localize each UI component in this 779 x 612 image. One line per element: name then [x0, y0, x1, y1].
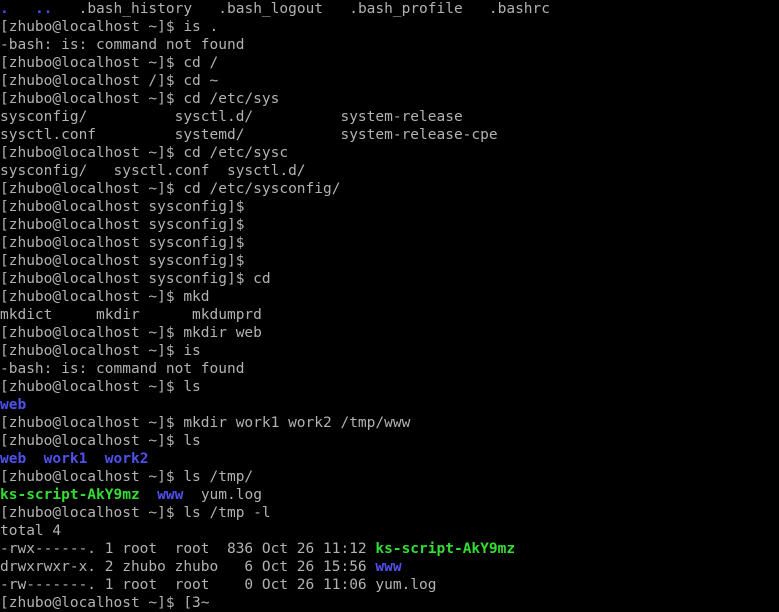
terminal-line: [zhubo@localhost ~]$ mkdir web: [0, 324, 779, 342]
terminal-text-segment: drwxrwxr-x. 2 zhubo zhubo 6 Oct 26 15:56: [0, 559, 376, 575]
terminal-text-segment: web: [0, 451, 27, 467]
terminal-text-segment: [zhubo@localhost sysconfig]$: [0, 199, 245, 215]
terminal-line: [zhubo@localhost ~]$ ls /tmp/: [0, 468, 779, 486]
terminal-line: [zhubo@localhost /]$ cd ~: [0, 72, 779, 90]
terminal-line: [zhubo@localhost ~]$ ls: [0, 378, 779, 396]
terminal-line: [zhubo@localhost ~]$ ls /tmp -l: [0, 504, 779, 522]
terminal-text-segment: yum.log: [183, 487, 262, 503]
terminal-text-segment: -rwx------. 1 root root 836 Oct 26 11:12: [0, 541, 376, 557]
terminal-text-segment: [zhubo@localhost sysconfig]$: [0, 253, 245, 269]
terminal-line: sysconfig/ sysctl.d/ system-release: [0, 108, 779, 126]
terminal-text-segment: www: [375, 559, 402, 575]
terminal-text-segment: [zhubo@localhost ~]$ cd /etc/sys: [0, 91, 280, 107]
terminal-line: [zhubo@localhost ~]$ cd /etc/sysconfig/: [0, 180, 779, 198]
terminal-line: [zhubo@localhost sysconfig]$: [0, 234, 779, 252]
terminal-text-segment: [zhubo@localhost /]$ cd ~: [0, 73, 219, 89]
terminal-text-segment: -bash: is: command not found: [0, 361, 245, 377]
terminal-line: [zhubo@localhost ~]$ cd /: [0, 54, 779, 72]
terminal-line: [zhubo@localhost sysconfig]$: [0, 252, 779, 270]
terminal-text-segment: [zhubo@localhost sysconfig]$: [0, 235, 245, 251]
terminal-line: . .. .bash_history .bash_logout .bash_pr…: [0, 0, 779, 18]
terminal-text-segment: [zhubo@localhost ~]$ mkdir web: [0, 325, 262, 341]
terminal-line: [zhubo@localhost ~]$ is: [0, 342, 779, 360]
terminal-text-segment: mkdict mkdir mkdumprd: [0, 307, 262, 323]
terminal-line: -bash: is: command not found: [0, 36, 779, 54]
terminal-screen[interactable]: . .. .bash_history .bash_logout .bash_pr…: [0, 0, 779, 611]
terminal-line: drwxrwxr-x. 2 zhubo zhubo 6 Oct 26 15:56…: [0, 558, 779, 576]
terminal-text-segment: [zhubo@localhost ~]$ mkdir work1 work2 /…: [0, 415, 411, 431]
terminal-text-segment: sysctl.conf systemd/ system-release-cpe: [0, 127, 498, 143]
terminal-text-segment: work1: [43, 451, 88, 467]
terminal-text-segment: .: [0, 1, 9, 17]
terminal-line: -rwx------. 1 root root 836 Oct 26 11:12…: [0, 540, 779, 558]
terminal-line: [zhubo@localhost ~]$ cd /etc/sys: [0, 90, 779, 108]
terminal-line: total 4: [0, 522, 779, 540]
terminal-line: [zhubo@localhost sysconfig]$ cd: [0, 270, 779, 288]
terminal-line: sysctl.conf systemd/ system-release-cpe: [0, 126, 779, 144]
terminal-text-segment: ..: [34, 1, 53, 17]
terminal-line: [zhubo@localhost sysconfig]$: [0, 216, 779, 234]
terminal-text-segment: -bash: is: command not found: [0, 37, 245, 53]
terminal-text-segment: sysconfig/ sysctl.conf sysctl.d/: [0, 163, 306, 179]
terminal-line: [zhubo@localhost ~]$ mkd: [0, 288, 779, 306]
terminal-line: [zhubo@localhost ~]$ mkdir work1 work2 /…: [0, 414, 779, 432]
terminal-text-segment: web: [0, 397, 27, 413]
terminal-line: mkdict mkdir mkdumprd: [0, 306, 779, 324]
terminal-text-segment: [zhubo@localhost ~]$ is .: [0, 19, 219, 35]
terminal-line: [zhubo@localhost ~]$ cd /etc/sysc: [0, 144, 779, 162]
terminal-line: [zhubo@localhost ~]$ ls: [0, 432, 779, 450]
terminal-text-segment: [zhubo@localhost ~]$ ls /tmp -l: [0, 505, 271, 521]
terminal-line: -rw-------. 1 root root 0 Oct 26 11:06 y…: [0, 576, 779, 594]
terminal-text-segment: work2: [104, 451, 149, 467]
terminal-text-segment: [zhubo@localhost ~]$ [3~: [0, 595, 210, 611]
terminal-text-segment: [zhubo@localhost sysconfig]$: [0, 217, 245, 233]
terminal-line: web: [0, 396, 779, 414]
terminal-text-segment: [zhubo@localhost ~]$ ls: [0, 433, 201, 449]
terminal-line: sysconfig/ sysctl.conf sysctl.d/: [0, 162, 779, 180]
terminal-text-segment: [zhubo@localhost ~]$ is: [0, 343, 201, 359]
terminal-line: ks-script-AkY9mz www yum.log: [0, 486, 779, 504]
terminal-text-segment: -rw-------. 1 root root 0 Oct 26 11:06 y…: [0, 577, 437, 593]
terminal-text-segment: [zhubo@localhost sysconfig]$ cd: [0, 271, 271, 287]
terminal-text-segment: .bash_history .bash_logout .bash_profile…: [52, 1, 551, 17]
terminal-text-segment: total 4: [0, 523, 62, 539]
terminal-line: [zhubo@localhost sysconfig]$: [0, 198, 779, 216]
terminal-text-segment: [zhubo@localhost ~]$ cd /: [0, 55, 219, 71]
terminal-text-segment: sysconfig/ sysctl.d/ system-release: [0, 109, 463, 125]
terminal-line: [zhubo@localhost ~]$ [3~: [0, 594, 779, 612]
terminal-text-segment: [zhubo@localhost ~]$ mkd: [0, 289, 210, 305]
terminal-text-segment: [zhubo@localhost ~]$ cd /etc/sysc: [0, 145, 289, 161]
terminal-line: -bash: is: command not found: [0, 360, 779, 378]
terminal-text-segment: ks-script-AkY9mz: [0, 487, 140, 503]
terminal-text-segment: [zhubo@localhost ~]$ ls: [0, 379, 201, 395]
terminal-text-segment: [zhubo@localhost ~]$ ls /tmp/: [0, 469, 254, 485]
terminal-line: web work1 work2: [0, 450, 779, 468]
terminal-line: [zhubo@localhost ~]$ is .: [0, 18, 779, 36]
terminal-text-segment: ks-script-AkY9mz: [375, 541, 516, 557]
terminal-text-segment: [zhubo@localhost ~]$ cd /etc/sysconfig/: [0, 181, 341, 197]
terminal-text-segment: www: [157, 487, 184, 503]
